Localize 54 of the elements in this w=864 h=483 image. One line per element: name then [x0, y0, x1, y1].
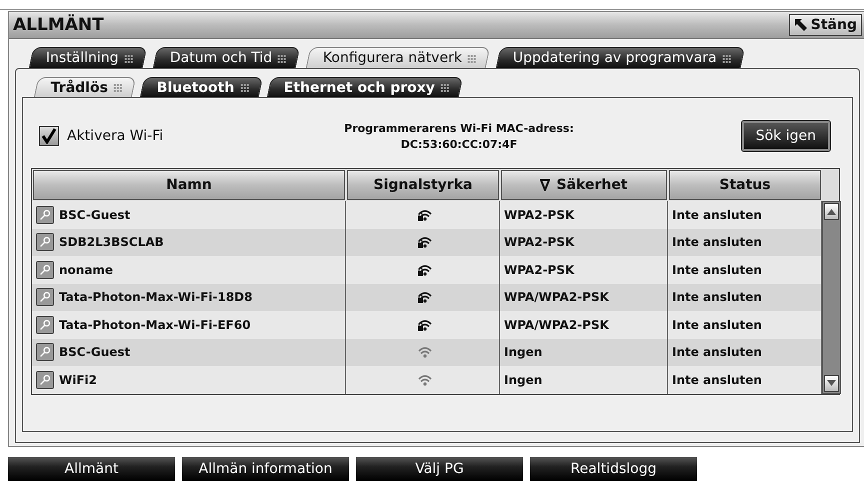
- table-cell: WPA2-PSK: [500, 201, 668, 228]
- arrow-icon: [794, 18, 808, 32]
- table-cell: Inte ansluten: [668, 256, 822, 284]
- network-name[interactable]: BSC-Guest: [32, 201, 346, 228]
- grip-icon: [113, 83, 124, 92]
- subtab[interactable]: Ethernet och proxy: [266, 77, 463, 97]
- scrollbar[interactable]: [822, 201, 841, 394]
- close-button[interactable]: Stäng: [788, 14, 862, 36]
- mac-address-label: Programmerarens Wi-Fi MAC-adress:: [344, 122, 574, 134]
- column-header[interactable]: Signalstyrka: [347, 170, 499, 200]
- table-cell: Inte ansluten: [668, 228, 822, 256]
- scroll-down-icon[interactable]: [827, 380, 836, 386]
- grip-icon: [276, 54, 287, 62]
- grip-icon: [466, 54, 477, 62]
- subtab[interactable]: Bluetooth: [140, 77, 263, 97]
- network-name[interactable]: Tata-Photon-Max-Wi-Fi-18D8: [32, 284, 346, 311]
- table-cell: Inte ansluten: [668, 338, 822, 366]
- network-name[interactable]: BSC-Guest: [32, 338, 346, 366]
- checkbox-label: Aktivera Wi-Fi: [67, 128, 164, 144]
- nav-button[interactable]: Allmänt: [8, 457, 175, 481]
- table-cell: Ingen: [500, 338, 668, 366]
- column-header[interactable]: Säkerhet: [501, 170, 667, 200]
- network-name[interactable]: Tata-Photon-Max-Wi-Fi-EF60: [32, 311, 346, 338]
- network-name[interactable]: noname: [32, 256, 346, 284]
- table-cell: WPA2-PSK: [500, 228, 668, 256]
- screen-title: ALLMÄNT: [12, 15, 104, 35]
- grip-icon: [124, 54, 134, 62]
- nav-button[interactable]: Realtidslogg: [530, 457, 697, 481]
- mac-address: DC:53:60:CC:07:4F: [400, 138, 518, 150]
- tab[interactable]: Inställning: [28, 47, 147, 68]
- table-cell: Inte ansluten: [668, 366, 822, 394]
- grip-icon: [240, 83, 250, 92]
- nav-button[interactable]: Välj PG: [356, 457, 523, 481]
- grip-icon: [440, 83, 450, 92]
- grip-icon: [722, 54, 732, 62]
- table-cell: Inte ansluten: [668, 311, 822, 338]
- column-header[interactable]: Status: [669, 170, 821, 200]
- nav-button[interactable]: Allmän information: [182, 457, 349, 481]
- table-cell: WPA/WPA2-PSK: [500, 311, 668, 338]
- table-cell: WPA2-PSK: [500, 256, 668, 284]
- subtab[interactable]: Trådlös: [34, 77, 136, 97]
- rescan-button[interactable]: Sök igen: [742, 121, 830, 151]
- scroll-up-icon[interactable]: [827, 208, 836, 214]
- table-cell: Ingen: [500, 366, 668, 394]
- tab[interactable]: Uppdatering av programvara: [496, 47, 745, 68]
- table-cell: Inte ansluten: [668, 284, 822, 311]
- table-cell: WPA/WPA2-PSK: [500, 284, 668, 311]
- network-name[interactable]: SDB2L3BSCLAB: [32, 228, 346, 256]
- table-cell: Inte ansluten: [668, 201, 822, 228]
- tab[interactable]: Datum och Tid: [152, 47, 300, 68]
- column-header[interactable]: Namn: [33, 170, 345, 200]
- checkbox[interactable]: [39, 126, 59, 146]
- tab[interactable]: Konfigurera nätverk: [306, 47, 490, 68]
- network-name[interactable]: WiFi2: [32, 366, 346, 394]
